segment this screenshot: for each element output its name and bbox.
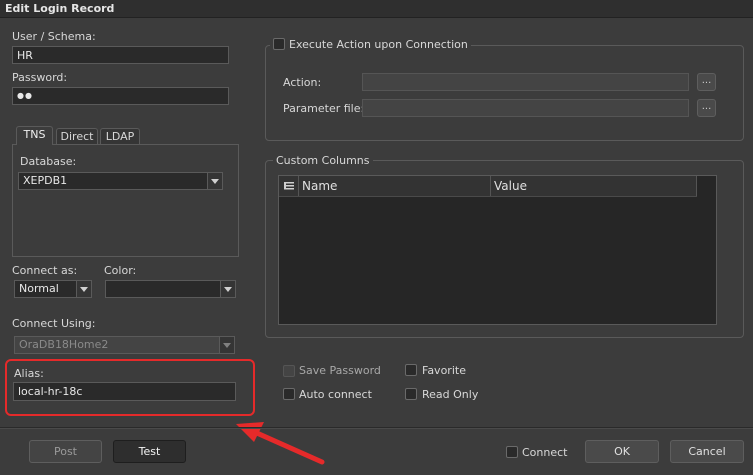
action-label: Action:: [283, 76, 322, 89]
database-dropdown[interactable]: XEPDB1: [18, 172, 223, 190]
chevron-down-icon: [219, 337, 234, 353]
column-header-value[interactable]: Value: [491, 176, 697, 196]
color-dropdown[interactable]: [105, 280, 236, 298]
execute-action-title: Execute Action upon Connection: [270, 38, 471, 51]
ok-button[interactable]: OK: [585, 440, 659, 463]
alias-label: Alias:: [14, 367, 44, 380]
parameter-file-input[interactable]: [362, 99, 689, 117]
read-only-label: Read Only: [422, 388, 479, 401]
red-arrow-annotation: [236, 422, 325, 465]
password-label: Password:: [12, 71, 68, 84]
action-browse-button[interactable]: ...: [697, 73, 716, 91]
execute-action-checkbox[interactable]: [273, 38, 285, 50]
grid-menu-icon[interactable]: [279, 176, 299, 196]
chevron-down-icon: [220, 281, 235, 297]
connect-as-label: Connect as:: [12, 264, 78, 277]
tab-ldap[interactable]: LDAP: [100, 128, 140, 145]
user-schema-input[interactable]: [12, 46, 229, 64]
chevron-down-icon: [207, 173, 222, 189]
color-label: Color:: [104, 264, 137, 277]
active-tab-joiner: [17, 143, 52, 145]
edit-login-record-dialog: Edit Login Record User / Schema: Passwor…: [0, 0, 753, 475]
execute-action-label: Execute Action upon Connection: [289, 38, 468, 51]
column-header-name[interactable]: Name: [299, 176, 491, 196]
custom-columns-grid[interactable]: Name Value: [278, 175, 717, 325]
footer-divider: [0, 427, 753, 429]
post-button[interactable]: Post: [29, 440, 102, 463]
save-password-label: Save Password: [299, 364, 381, 377]
action-input[interactable]: [362, 73, 689, 91]
connect-as-value: Normal: [19, 282, 59, 295]
auto-connect-checkbox[interactable]: [283, 388, 295, 400]
chevron-down-icon: [76, 281, 91, 297]
auto-connect-label: Auto connect: [299, 388, 372, 401]
custom-columns-grid-header: Name Value: [279, 176, 697, 197]
password-input[interactable]: ●●: [12, 87, 229, 105]
connect-label: Connect: [522, 446, 568, 459]
connect-using-label: Connect Using:: [12, 317, 96, 330]
connect-as-dropdown[interactable]: Normal: [14, 280, 92, 298]
save-password-checkbox[interactable]: [283, 365, 295, 377]
cancel-button[interactable]: Cancel: [670, 440, 744, 463]
database-value: XEPDB1: [23, 174, 68, 187]
alias-input[interactable]: [13, 382, 236, 401]
tab-direct[interactable]: Direct: [56, 128, 98, 145]
connect-using-value: OraDB18Home2: [19, 338, 109, 351]
database-label: Database:: [20, 155, 77, 168]
user-schema-label: User / Schema:: [12, 30, 96, 43]
favorite-label: Favorite: [422, 364, 466, 377]
read-only-checkbox[interactable]: [405, 388, 417, 400]
parameter-file-browse-button[interactable]: ...: [697, 99, 716, 117]
test-button[interactable]: Test: [113, 440, 186, 463]
execute-action-group: [265, 45, 744, 141]
connect-using-dropdown[interactable]: OraDB18Home2: [14, 336, 235, 354]
dialog-title: Edit Login Record: [0, 0, 753, 18]
favorite-checkbox[interactable]: [405, 364, 417, 376]
parameter-file-label: Parameter file:: [283, 102, 365, 115]
connect-checkbox[interactable]: [506, 446, 518, 458]
custom-columns-title: Custom Columns: [273, 154, 373, 167]
